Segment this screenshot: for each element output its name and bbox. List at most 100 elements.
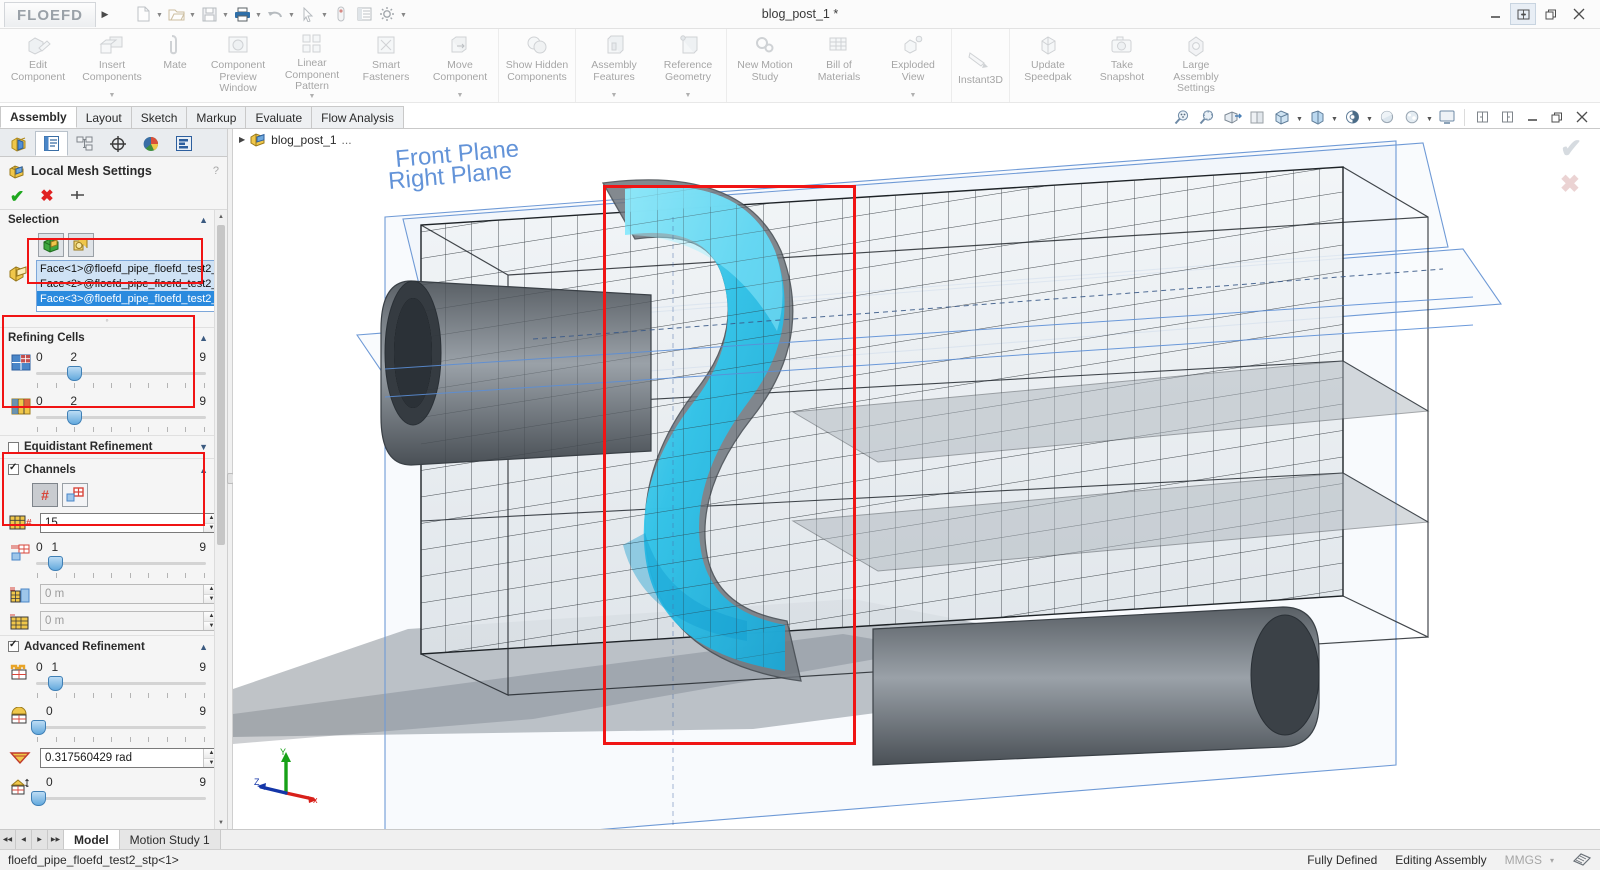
instant3d-button[interactable]: Instant3D [953, 29, 1008, 102]
section-view-icon[interactable] [1220, 106, 1244, 128]
selection-collapse-icon[interactable]: ▲ [199, 215, 208, 225]
3d-model-scene[interactable]: Front Plane Right Plane [233, 129, 1600, 829]
nav-next-button[interactable]: ▶ [32, 830, 48, 849]
maximum-channel-height-input[interactable] [41, 612, 203, 630]
edit-appearance-icon[interactable] [1340, 106, 1364, 128]
save-document-icon[interactable] [198, 3, 220, 25]
view-settings-caret-icon[interactable]: ▼ [1425, 106, 1434, 128]
spinner-down-icon[interactable]: ▼ [204, 758, 214, 767]
slider-thumb[interactable] [30, 720, 46, 735]
cells-across-channel-spinner[interactable]: ▲ ▼ [203, 514, 214, 532]
viewport-cancel-icon[interactable]: ✖ [1560, 173, 1580, 197]
tolerance-slider-track[interactable] [30, 790, 206, 806]
minimum-channel-height-input[interactable] [41, 585, 203, 603]
undo-caret-icon[interactable]: ▼ [287, 3, 296, 25]
tab-sketch[interactable]: Sketch [130, 106, 188, 128]
reference-geometry-button[interactable]: Reference Geometry ▼ [651, 29, 725, 102]
reference-geometry-dropdown-icon[interactable]: ▼ [685, 92, 692, 102]
status-units[interactable]: MMGS [1505, 853, 1542, 867]
insert-components-dropdown-icon[interactable]: ▼ [109, 92, 116, 102]
slider-thumb[interactable] [47, 556, 63, 571]
tolerance-refinement-slider[interactable]: 0 9 [30, 775, 206, 806]
feature-manager-tree-tab[interactable] [2, 131, 35, 156]
curvature-criterion-spinner[interactable]: ▲ ▼ [203, 749, 214, 767]
floefd-tree-tab[interactable] [167, 131, 200, 156]
feature-tree-expand-icon[interactable]: ▶ [239, 135, 245, 144]
pin-button[interactable] [70, 189, 85, 204]
document-close-button[interactable] [1570, 106, 1594, 128]
list-item[interactable]: Face<3>@floefd_pipe_floefd_test2_st [37, 291, 214, 306]
new-document-icon[interactable] [132, 3, 154, 25]
window-minimize-button[interactable] [1482, 3, 1508, 25]
selection-section-header[interactable]: Selection ▲ [0, 210, 214, 229]
tab-markup[interactable]: Markup [186, 106, 247, 128]
slider-thumb[interactable] [66, 410, 82, 425]
display-style-icon[interactable] [1270, 106, 1294, 128]
window-restore-split-button[interactable] [1510, 3, 1536, 25]
settings-caret-icon[interactable]: ▼ [399, 3, 408, 25]
nav-last-button[interactable]: ▶▶ [48, 830, 64, 849]
hide-show-items-caret-icon[interactable]: ▼ [1330, 106, 1339, 128]
settings-gear-icon[interactable] [376, 3, 398, 25]
refining-cells-collapse-icon[interactable]: ▲ [199, 333, 208, 343]
select-faces-button[interactable] [38, 233, 64, 257]
take-snapshot-button[interactable]: Take Snapshot [1085, 29, 1159, 102]
curvature-refinement-slider[interactable]: 0 9 [30, 704, 206, 745]
cells-across-channel-field[interactable]: ▲ ▼ [40, 513, 214, 533]
scroll-up-icon[interactable]: ▲ [215, 210, 227, 223]
refining-cells-section-header[interactable]: Refining Cells ▲ [0, 328, 214, 347]
floefd-brand-button[interactable]: FLOEFD [4, 2, 96, 27]
accept-button[interactable]: ✔ [10, 188, 24, 205]
open-document-caret-icon[interactable]: ▼ [188, 3, 197, 25]
edit-appearance-caret-icon[interactable]: ▼ [1365, 106, 1374, 128]
nav-first-button[interactable]: ◀◀ [0, 830, 16, 849]
options-list-icon[interactable] [353, 3, 375, 25]
mate-button[interactable]: Mate [149, 29, 201, 102]
bill-of-materials-button[interactable]: Bill of Materials [802, 29, 876, 102]
assembly-features-button[interactable]: Assembly Features ▼ [577, 29, 651, 102]
cancel-button[interactable]: ✖ [40, 188, 53, 205]
tab-evaluate[interactable]: Evaluate [245, 106, 313, 128]
curvature-criterion-input[interactable] [41, 749, 203, 767]
property-manager-tab[interactable] [35, 131, 68, 156]
spinner-up-icon[interactable]: ▲ [204, 585, 214, 595]
property-panel-scrollbar[interactable]: ▲ ▼ [214, 210, 227, 829]
scroll-down-icon[interactable]: ▼ [215, 816, 227, 829]
window-restore-button[interactable] [1538, 3, 1564, 25]
cells-across-channel-input[interactable] [41, 514, 203, 532]
linear-pattern-dropdown-icon[interactable]: ▼ [309, 93, 316, 103]
fluid-cells-slider[interactable]: 0 2 9 [36, 350, 206, 391]
slider-thumb[interactable] [66, 366, 82, 381]
open-document-icon[interactable] [165, 3, 187, 25]
display-style-caret-icon[interactable]: ▼ [1295, 106, 1304, 128]
component-preview-window-button[interactable]: Component Preview Window [201, 29, 275, 102]
list-item[interactable]: Face<2>@floefd_pipe_floefd_test2_st [37, 276, 214, 291]
assembly-features-dropdown-icon[interactable]: ▼ [611, 92, 618, 102]
advanced-refinement-collapse-icon[interactable]: ▲ [199, 642, 208, 652]
tab-motion-study-1[interactable]: Motion Study 1 [119, 830, 221, 849]
large-assembly-settings-button[interactable]: Large Assembly Settings [1159, 29, 1233, 102]
curvature-slider-track[interactable] [30, 719, 206, 735]
exploded-view-button[interactable]: Exploded View ▼ [876, 29, 950, 102]
selection-resize-grip[interactable]: ◦ [0, 316, 214, 327]
view-settings-icon[interactable] [1400, 106, 1424, 128]
spinner-up-icon[interactable]: ▲ [204, 612, 214, 622]
maximum-channel-height-spinner[interactable]: ▲ ▼ [203, 612, 214, 630]
small-solid-features-slider[interactable]: 0 1 9 [36, 660, 206, 701]
status-overlay-icon[interactable] [1572, 851, 1592, 870]
edit-component-button[interactable]: Edit Component [1, 29, 75, 102]
show-hidden-components-button[interactable]: Show Hidden Components [500, 29, 574, 102]
spinner-up-icon[interactable]: ▲ [204, 749, 214, 759]
spinner-down-icon[interactable]: ▼ [204, 621, 214, 630]
channels-checkbox[interactable] [8, 462, 19, 475]
feature-tree-flyout[interactable]: ▶ blog_post_1 ... [239, 132, 352, 147]
graphics-viewport[interactable]: ▶ blog_post_1 ... ✔ ✖ Front Plane Right … [233, 129, 1600, 829]
scrollbar-thumb[interactable] [217, 225, 225, 545]
spinner-up-icon[interactable]: ▲ [204, 514, 214, 524]
display-pane-icon[interactable] [1435, 106, 1459, 128]
insert-components-button[interactable]: Insert Components ▼ [75, 29, 149, 102]
new-document-caret-icon[interactable]: ▼ [155, 3, 164, 25]
nav-prev-button[interactable]: ◀ [16, 830, 32, 849]
list-item[interactable]: Face<1>@floefd_pipe_floefd_test2_st [37, 261, 214, 276]
selection-list[interactable]: Face<1>@floefd_pipe_floefd_test2_st Face… [36, 260, 214, 312]
